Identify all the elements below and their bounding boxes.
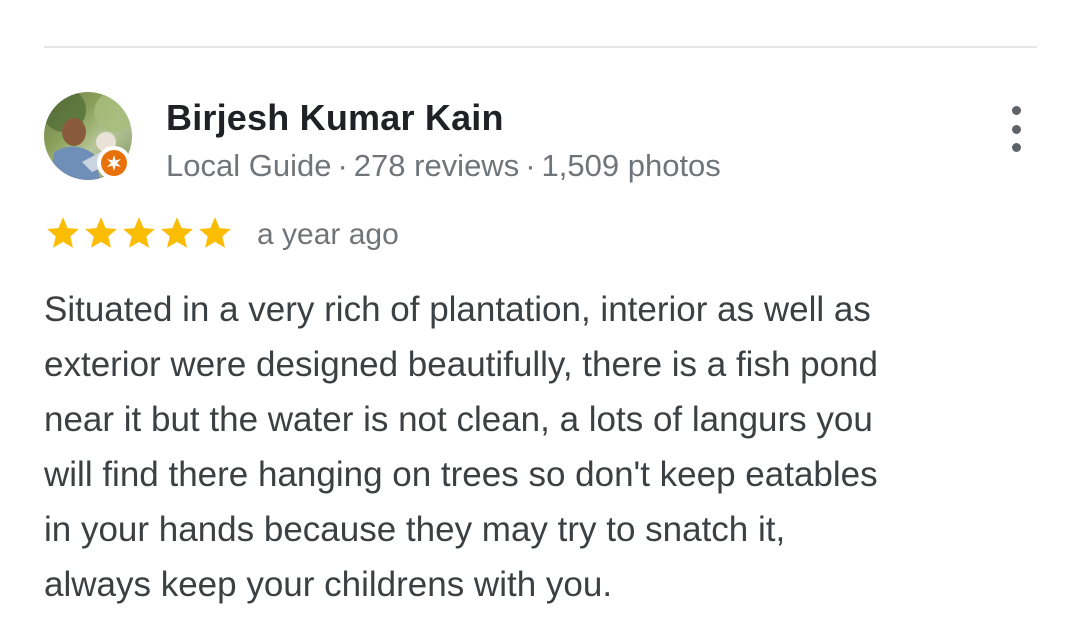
meta-separator: ·	[525, 148, 536, 183]
more-dot	[1011, 143, 1021, 152]
more-dot	[1011, 124, 1021, 134]
reviewer-photo-count: 1,509 photos	[541, 148, 721, 183]
reviewer-level: Local Guide	[166, 148, 332, 183]
review-text-line: always keep your childrens with you.	[44, 565, 613, 604]
star-icon	[161, 217, 193, 248]
reviewer-review-count: 278 reviews	[353, 148, 520, 183]
review-text-line: Situated in a very rich of plantation, i…	[44, 290, 871, 329]
reviewer-meta: Local Guide · 278 reviews · 1,509 photos	[166, 148, 721, 184]
review-card: Birjesh Kumar Kain Local Guide · 278 revie…	[0, 0, 1080, 630]
star-icon	[199, 217, 231, 248]
review-time: a year ago	[257, 218, 399, 251]
more-dot	[1011, 106, 1021, 115]
review-text: Situated in a very rich of plantation, i…	[44, 282, 1044, 612]
star-rating	[44, 214, 234, 252]
star-icon	[47, 217, 79, 248]
review-text-line: in your hands because they may try to sn…	[44, 510, 786, 549]
meta-separator: ·	[337, 148, 348, 183]
local-guide-badge-icon	[97, 146, 131, 180]
star-icon	[123, 217, 155, 248]
review-text-line: near it but the water is not clean, a lo…	[44, 400, 873, 439]
star-icon	[85, 217, 117, 248]
review-text-line: exterior were designed beautifully, ther…	[44, 345, 879, 384]
more-vert-icon[interactable]	[998, 106, 1034, 152]
review-text-line: will find there hanging on trees so don'…	[44, 455, 878, 494]
divider	[44, 46, 1037, 48]
reviewer-name[interactable]: Birjesh Kumar Kain	[166, 97, 504, 139]
